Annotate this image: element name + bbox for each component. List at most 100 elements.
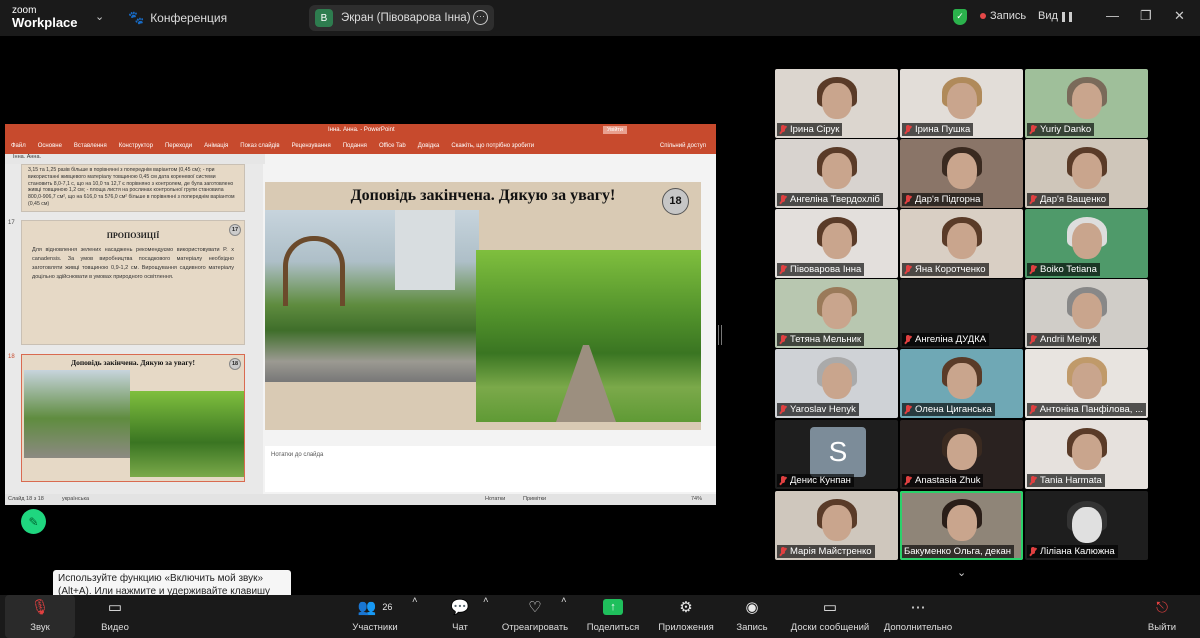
mic-muted-icon <box>1029 334 1037 345</box>
shared-screen-powerpoint: Інна. Анна. - PowerPoint Увійти Файл Осн… <box>5 124 716 505</box>
participant-tile[interactable]: Yaroslav Henyk <box>775 349 898 418</box>
recording-indicator[interactable]: Запись <box>980 10 1026 22</box>
participant-name: Бакуменко Ольга, декан <box>902 545 1014 558</box>
view-grid-icon[interactable] <box>1062 12 1072 22</box>
ppt-doc-tab: Інна. Анна. <box>5 154 265 164</box>
chevron-down-icon[interactable]: ⌄ <box>95 10 104 23</box>
whiteboards-button[interactable]: ▭ Доски сообщений <box>786 595 874 638</box>
participants-button[interactable]: 👥 26 Участники <box>345 595 405 638</box>
more-icon[interactable]: ··· <box>473 10 488 25</box>
participant-name: Andrii Melnyk <box>1027 333 1101 346</box>
react-options-chevron-icon[interactable]: ˄ <box>561 595 567 638</box>
conference-menu[interactable]: 🐾 Конференция <box>128 10 227 26</box>
participant-name-label: Yaroslav Henyk <box>790 404 856 415</box>
close-icon[interactable]: ✕ <box>1174 8 1185 24</box>
zoom-window: zoom Workplace ⌄ 🐾 Конференция В Экран (… <box>0 0 1200 638</box>
participant-tile[interactable]: Andrii Melnyk <box>1025 279 1148 348</box>
participant-tile[interactable]: Яна Коротченко <box>900 209 1023 278</box>
participant-name-label: Тетяна Мельник <box>790 334 862 345</box>
chat-button[interactable]: 💬 Чат <box>440 595 480 638</box>
slide-notes: Нотатки до слайда <box>265 446 716 492</box>
participant-name: Дар'я Підгорна <box>902 193 984 206</box>
participant-tile[interactable]: Boiko Tetiana <box>1025 209 1148 278</box>
participant-name: Денис Кунпан <box>777 474 854 487</box>
participant-tile[interactable]: S Денис Кунпан <box>775 420 898 489</box>
slide18-badge: 18 <box>229 358 241 370</box>
mic-muted-icon <box>779 404 787 415</box>
mic-muted-icon <box>904 124 912 135</box>
slide17-badge: 17 <box>229 224 241 236</box>
apps-button[interactable]: ⚙ Приложения <box>653 595 719 638</box>
zoom-logo: zoom Workplace <box>12 5 78 29</box>
mic-muted-icon <box>904 334 912 345</box>
chat-label: Чат <box>452 622 468 633</box>
gallery-scroll-down-icon[interactable]: ⌄ <box>957 566 966 579</box>
participant-tile[interactable]: Ліліана Калюжна <box>1025 491 1148 560</box>
video-label: Видео <box>101 622 129 633</box>
record-button[interactable]: ◉ Запись <box>730 595 774 638</box>
security-shield-icon[interactable]: ✓ <box>953 9 967 25</box>
react-button[interactable]: ♡ Отреагировать <box>500 595 570 638</box>
participant-tile[interactable]: Yuriy Danko <box>1025 69 1148 138</box>
slide-number-badge: 18 <box>662 188 689 215</box>
participants-options-chevron-icon[interactable]: ˄ <box>412 595 418 638</box>
video-icon: ▭ <box>107 599 123 616</box>
participant-tile[interactable]: Антоніна Панфілова, ... <box>1025 349 1148 418</box>
react-label: Отреагировать <box>501 622 569 633</box>
avatar <box>1071 293 1102 329</box>
leave-button[interactable]: ⎋ Выйти <box>1142 595 1182 638</box>
participant-name: Яна Коротченко <box>902 263 989 276</box>
slide-thumb-17: 17 ПРОПОЗИЦІЇ Для відновлення зелених на… <box>21 220 245 345</box>
participant-tile[interactable]: Ірина Пушка <box>900 69 1023 138</box>
audio-button[interactable]: 🎙 Звук <box>5 595 75 638</box>
participant-name: Ірина Пушка <box>902 123 974 136</box>
mic-muted-icon <box>904 264 912 275</box>
participant-tile[interactable]: Олена Циганська <box>900 349 1023 418</box>
screen-share-pill[interactable]: В Экран (Півоварова Інна) ··· <box>309 5 494 31</box>
participant-name: Yaroslav Henyk <box>777 403 859 416</box>
participant-tile[interactable]: Півоварова Інна <box>775 209 898 278</box>
avatar <box>946 223 977 259</box>
leave-icon: ⎋ <box>1156 598 1168 616</box>
status-notes: Нотатки <box>485 496 506 502</box>
view-button[interactable]: Вид <box>1038 10 1058 22</box>
share-icon-wrap: ↑ <box>583 595 643 619</box>
participant-name-label: Ліліана Калюжна <box>1040 546 1115 557</box>
ribbon-item: Office Tab <box>378 142 406 149</box>
current-slide: Доповідь закінчена. Дякую за увагу! 18 <box>265 182 701 430</box>
participant-tile[interactable]: Anastasia Zhuk <box>900 420 1023 489</box>
mic-muted-icon: 🎙 <box>30 599 50 616</box>
restore-icon[interactable]: ❐ <box>1140 8 1152 24</box>
more-button[interactable]: ⋯ Дополнительно <box>880 595 956 638</box>
participant-tile-active-speaker[interactable]: Бакуменко Ольга, декан <box>900 491 1023 560</box>
participant-tile[interactable]: Ірина Сірук <box>775 69 898 138</box>
share-screen-icon: ↑ <box>603 599 623 615</box>
participant-name-label: Дар'я Підгорна <box>915 194 981 205</box>
minimize-icon[interactable]: — <box>1106 8 1119 23</box>
participant-tile[interactable]: Ангеліна Твердохліб <box>775 139 898 208</box>
share-button[interactable]: ↑ Поделиться <box>583 595 643 638</box>
participant-tile[interactable]: Дар'я Підгорна <box>900 139 1023 208</box>
ribbon-item: Вставлення <box>73 142 107 149</box>
video-button[interactable]: ▭ Видео <box>85 595 145 638</box>
participant-tile[interactable]: Ангеліна ДУДКА <box>900 279 1023 348</box>
split-resize-handle[interactable] <box>718 325 722 345</box>
participant-tile[interactable]: Дар'я Ващенко <box>1025 139 1148 208</box>
participant-name-label: Олена Циганська <box>915 404 992 415</box>
annotate-pen-button[interactable]: ✎ <box>21 509 46 534</box>
mic-muted-icon <box>779 124 787 135</box>
participant-tile[interactable]: Тетяна Мельник <box>775 279 898 348</box>
chat-options-chevron-icon[interactable]: ˄ <box>483 595 489 638</box>
more-icon: ⋯ <box>910 599 926 616</box>
participant-tile[interactable]: Tania Harmata <box>1025 420 1148 489</box>
mic-muted-icon <box>779 194 787 205</box>
recording-label: Запись <box>990 10 1027 22</box>
ribbon-item: Довідка <box>417 142 440 149</box>
participant-name-label: Яна Коротченко <box>915 264 986 275</box>
avatar <box>821 83 852 119</box>
participant-tile[interactable]: Марія Майстренко <box>775 491 898 560</box>
avatar <box>821 153 852 189</box>
status-comments: Примітки <box>523 496 547 502</box>
participant-name-label: Ірина Пушка <box>915 124 971 135</box>
thumb-photo-alley <box>130 391 244 477</box>
